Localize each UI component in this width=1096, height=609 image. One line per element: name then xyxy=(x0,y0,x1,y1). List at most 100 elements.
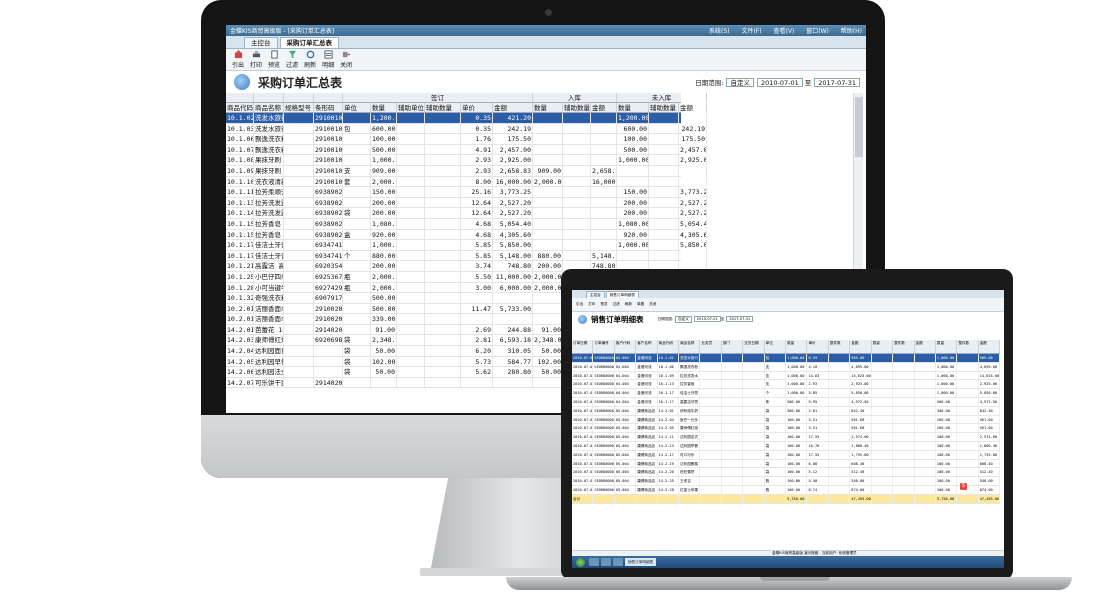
laptop-column-header[interactable]: 数量 xyxy=(786,340,808,353)
column-header[interactable]: 单价 xyxy=(461,103,493,112)
laptop-column-header[interactable]: 单位 xyxy=(765,340,787,353)
table-row[interactable]: 10.1.03洗发水旅行6x12910010000包600.000.35242.… xyxy=(226,123,707,135)
laptop-start-date-input[interactable]: 2010-07-01 xyxy=(693,316,721,322)
laptop-column-header[interactable]: 商品名称 xyxy=(679,340,701,353)
table-row[interactable]: 10.1.09果抹牙刷 100G2910010000支909.002.932,6… xyxy=(226,165,707,177)
laptop-preview-button[interactable]: 预览 xyxy=(600,302,607,307)
detail-button[interactable]: 明细 xyxy=(322,50,334,69)
laptop-column-header[interactable]: 业务员 xyxy=(700,340,722,353)
table-row[interactable]: 10.1.07飘逸洗衣粉2KG2910010000500.004.912,457… xyxy=(226,144,707,156)
column-header[interactable]: 金额 xyxy=(679,103,707,112)
column-header[interactable]: 金额 xyxy=(493,103,533,112)
laptop-refresh-button[interactable]: 刷新 xyxy=(625,302,632,307)
scroll-thumb[interactable] xyxy=(855,97,863,157)
table-row[interactable]: 10.1.17佳洁士牙膏6934741700个880.005.855,148.0… xyxy=(226,250,707,262)
laptop-column-header[interactable]: 商品代码 xyxy=(658,340,680,353)
laptop-table-row[interactable]: 2010-07-01SEORD00000104.004金港河流10.1.09拉芳… xyxy=(572,371,1001,381)
table-row[interactable]: 10.1.08果抹牙刷 100G29100100001,000.002.932,… xyxy=(226,155,707,166)
laptop-table-row[interactable]: 2010-07-01SEORD00000105.004康健商品店14.2.05康… xyxy=(572,424,1001,434)
laptop-column-header[interactable]: 整件数 xyxy=(957,340,979,353)
sogou-icon[interactable]: S xyxy=(960,483,967,490)
column-header[interactable]: 商品代码 xyxy=(226,103,254,112)
laptop-table-row[interactable]: 2010-07-01SEORD00000105.004康健商品店14.2.19达… xyxy=(572,459,1001,469)
laptop-table-row[interactable]: 2010-07-01SEORD00000105.004康健商品店14.2.01伊… xyxy=(572,406,1001,416)
table-row[interactable]: 10.1.13拉芳洗发露强活香柔6938902610200.0012.642,5… xyxy=(226,197,707,209)
laptop-tab-sales-detail[interactable]: 销售订单明细表 xyxy=(605,291,639,298)
taskbar-app[interactable] xyxy=(589,558,599,566)
menu-system[interactable]: 系统(S) xyxy=(709,28,730,35)
laptop-export-button[interactable]: 引出 xyxy=(576,302,583,307)
laptop-column-header[interactable]: 客户名称 xyxy=(636,340,658,353)
menu-help[interactable]: 帮助(H) xyxy=(841,28,862,35)
laptop-column-header[interactable]: 客户代码 xyxy=(615,340,637,353)
laptop-table-row[interactable]: 2010-07-01SEORD00000105.004康健商品店14.2.13达… xyxy=(572,441,1001,451)
table-row[interactable]: 10.1.15拉芳香皂 草本罐装69389026101,080.004.685,… xyxy=(226,218,707,230)
table-row[interactable]: 10.1.14拉芳洗发露强活香柔6938902610袋200.0012.642,… xyxy=(226,208,707,219)
laptop-table-row[interactable]: 2010-07-01SEORD00000104.004金港河流10.1.13拉芳… xyxy=(572,380,1001,390)
refresh-button[interactable]: 刷新 xyxy=(304,50,316,69)
laptop-table-row[interactable]: 2010-07-01SEORD00000105.004康健商品店14.2.20旺… xyxy=(572,468,1001,478)
laptop-column-header[interactable]: 金额 xyxy=(979,340,1001,353)
column-header[interactable]: 辅助单位 xyxy=(397,103,425,112)
column-header[interactable]: 辅助数量 xyxy=(649,103,679,112)
laptop-table-row[interactable]: 2010-07-01SEORD00000105.004康健商品店14.2.11达… xyxy=(572,433,1001,442)
laptop-column-header[interactable]: 部门 xyxy=(722,340,744,353)
column-header[interactable]: 数量 xyxy=(371,103,397,112)
column-header[interactable]: 金额 xyxy=(591,103,617,112)
close-button[interactable]: 关闭 xyxy=(340,50,352,69)
laptop-column-header[interactable]: 数量 xyxy=(936,340,958,353)
laptop-column-header[interactable]: 单价 xyxy=(807,340,829,353)
table-row[interactable]: 10.1.15拉芳香皂 草本罐装6938902610盒920.004.684,3… xyxy=(226,229,707,241)
start-date-input[interactable]: 2010-07-01 xyxy=(756,77,803,87)
taskbar-window[interactable]: 销售订单明细表 xyxy=(625,558,657,566)
laptop-table-row[interactable]: 2010-07-01SEORD00000105.004康健商品店14.2.28红… xyxy=(572,485,1001,495)
laptop-close-button[interactable]: 关闭 xyxy=(649,302,656,307)
laptop-end-date-input[interactable]: 2017-07-31 xyxy=(726,316,754,322)
preview-button[interactable]: 预览 xyxy=(268,50,280,69)
column-header[interactable]: 单位 xyxy=(343,103,371,112)
menu-view[interactable]: 查看(V) xyxy=(774,28,795,35)
laptop-column-header[interactable]: 订单日期 xyxy=(572,340,594,353)
laptop-table-row[interactable]: 2010-07-01SEORD00000105.004康健商品店14.2.04饭… xyxy=(572,415,1001,425)
laptop-table-row[interactable]: 2010-07-01SEORD00000105.004康健商品店14.2.17可… xyxy=(572,450,1001,460)
laptop-document-button[interactable]: 单据 xyxy=(637,302,644,307)
table-row[interactable]: 10.1.02洗发水旅行6x129100100001,200.000.35421… xyxy=(226,113,707,124)
laptop-column-header[interactable]: 整件数 xyxy=(893,340,915,353)
menu-window[interactable]: 窗口(W) xyxy=(806,28,829,35)
print-button[interactable]: 打印 xyxy=(250,50,262,69)
tab-home[interactable]: 主控台 xyxy=(244,37,278,48)
table-row[interactable]: 10.1.17佳洁士牙膏69347417001,000.005.855,850.… xyxy=(226,240,707,251)
column-header[interactable]: 辅助数量 xyxy=(563,103,591,112)
laptop-filter-button[interactable]: 过滤 xyxy=(613,302,620,307)
laptop-print-button[interactable]: 打印 xyxy=(588,302,595,307)
laptop-table-row[interactable]: 2010-07-01SEORD00000104.004金港河流10.1.02洗发… xyxy=(572,354,1001,363)
tab-purchase-summary[interactable]: 采购订单汇总表 xyxy=(279,37,339,48)
laptop-column-header[interactable]: 金额 xyxy=(850,340,872,353)
laptop-column-header[interactable]: 数量 xyxy=(872,340,894,353)
end-date-input[interactable]: 2017-07-31 xyxy=(814,77,860,87)
laptop-date-mode-select[interactable]: 自定义 xyxy=(675,315,692,323)
menu-file[interactable]: 文件(F) xyxy=(741,28,761,35)
column-header[interactable]: 数量 xyxy=(617,103,649,112)
column-header[interactable]: 条形码 xyxy=(314,103,343,112)
table-row[interactable]: 10.1.06飘逸洗衣粉500g2910010000100.001.76175.… xyxy=(226,134,707,145)
column-header[interactable]: 商品名称 xyxy=(254,103,284,112)
taskbar-app[interactable] xyxy=(613,558,623,566)
column-header[interactable]: 规格型号 xyxy=(284,103,314,112)
taskbar-app[interactable] xyxy=(601,558,611,566)
laptop-column-header[interactable]: 整件数 xyxy=(829,340,851,353)
table-row[interactable]: 10.1.10洗衣液清新牙刷、牙刷2910010000套2,000.008.00… xyxy=(226,176,707,188)
laptop-table-row[interactable]: 2010-07-01SEORD00000104.004金港河流10.1.06飘逸… xyxy=(572,362,1001,372)
laptop-table-row[interactable]: 2010-07-01SEORD00000105.004康健商品店14.2.25王… xyxy=(572,477,1001,486)
laptop-column-header[interactable]: 交货日期 xyxy=(743,340,765,353)
laptop-table-row[interactable]: 2010-07-01SEORD00000104.004金港河流10.1.17高露… xyxy=(572,397,1001,407)
date-range-mode-select[interactable]: 自定义 xyxy=(726,77,754,87)
filter-button[interactable]: 过滤 xyxy=(286,50,298,69)
export-button[interactable]: 引出 xyxy=(232,50,244,69)
column-header[interactable]: 数量 xyxy=(533,103,563,112)
column-header[interactable]: 辅助数量 xyxy=(425,103,461,112)
laptop-column-header[interactable]: 金额 xyxy=(915,340,936,353)
laptop-column-header[interactable]: 订单编号 xyxy=(593,340,615,353)
laptop-tab-home[interactable]: 主控台 xyxy=(586,291,605,298)
laptop-table-row[interactable]: 2010-07-01SEORD00000104.004金港河流10.1.17佳洁… xyxy=(572,389,1001,398)
